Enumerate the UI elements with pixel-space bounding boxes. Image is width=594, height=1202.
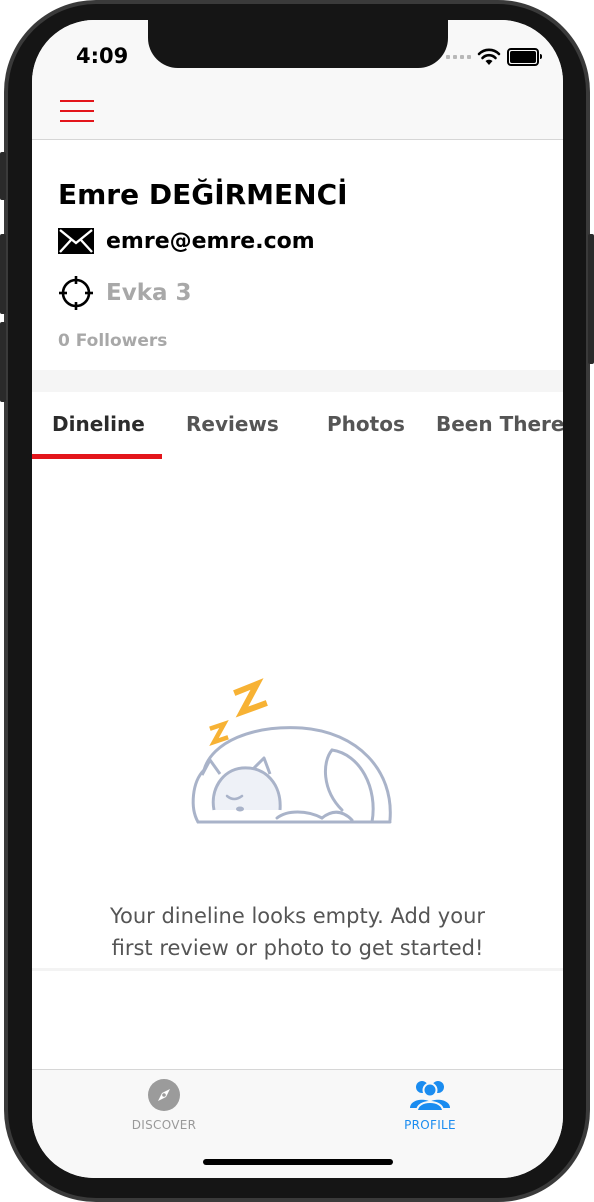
profile-location: Evka 3: [106, 280, 192, 306]
mute-switch: [0, 152, 6, 200]
hamburger-menu-icon[interactable]: [60, 100, 94, 124]
tab-dineline[interactable]: Dineline: [52, 412, 145, 436]
location-row: Evka 3: [58, 275, 192, 311]
crosshair-location-icon: [59, 276, 93, 310]
volume-down-button: [0, 322, 6, 402]
status-time: 4:09: [76, 44, 129, 68]
empty-state-line-1: Your dineline looks empty. Add your: [109, 904, 486, 928]
tab-been-there[interactable]: Been There: [436, 412, 563, 436]
section-divider: [32, 370, 563, 392]
profile-tabs: Dineline Reviews Photos Been There: [32, 396, 563, 460]
email-row: emre@emre.com: [58, 228, 315, 254]
followers-count[interactable]: 0 Followers: [58, 331, 167, 351]
people-group-icon: [410, 1081, 450, 1112]
battery-icon: [507, 48, 542, 66]
status-indicators: [446, 48, 542, 66]
compass-icon: [148, 1079, 180, 1111]
home-indicator[interactable]: [203, 1159, 393, 1165]
tab-bar-discover[interactable]: DISCOVER: [104, 1078, 224, 1132]
wifi-icon: [477, 48, 501, 65]
screen: 4:09 Emre DEĞİRMENCİ emre@emre.com Evka …: [32, 20, 563, 1178]
empty-state-message: Your dineline looks empty. Add your firs…: [32, 900, 563, 964]
tab-photos[interactable]: Photos: [327, 412, 405, 436]
volume-up-button: [0, 234, 6, 314]
profile-name: Emre DEĞİRMENCİ: [58, 178, 348, 211]
profile-email: emre@emre.com: [106, 228, 315, 254]
active-tab-indicator: [32, 454, 162, 459]
sleeping-cat-illustration: [191, 678, 392, 824]
tab-bar-profile-label: PROFILE: [404, 1118, 456, 1132]
power-button: [588, 234, 594, 364]
notch: [148, 20, 448, 68]
empty-state-line-2: first review or photo to get started!: [111, 936, 484, 960]
envelope-icon: [58, 228, 94, 254]
tab-reviews[interactable]: Reviews: [186, 412, 279, 436]
tab-bar-profile[interactable]: PROFILE: [370, 1078, 490, 1132]
content-bottom-divider: [32, 968, 563, 971]
tab-bar-discover-label: DISCOVER: [131, 1118, 197, 1132]
cellular-signal-icon: [446, 55, 471, 59]
